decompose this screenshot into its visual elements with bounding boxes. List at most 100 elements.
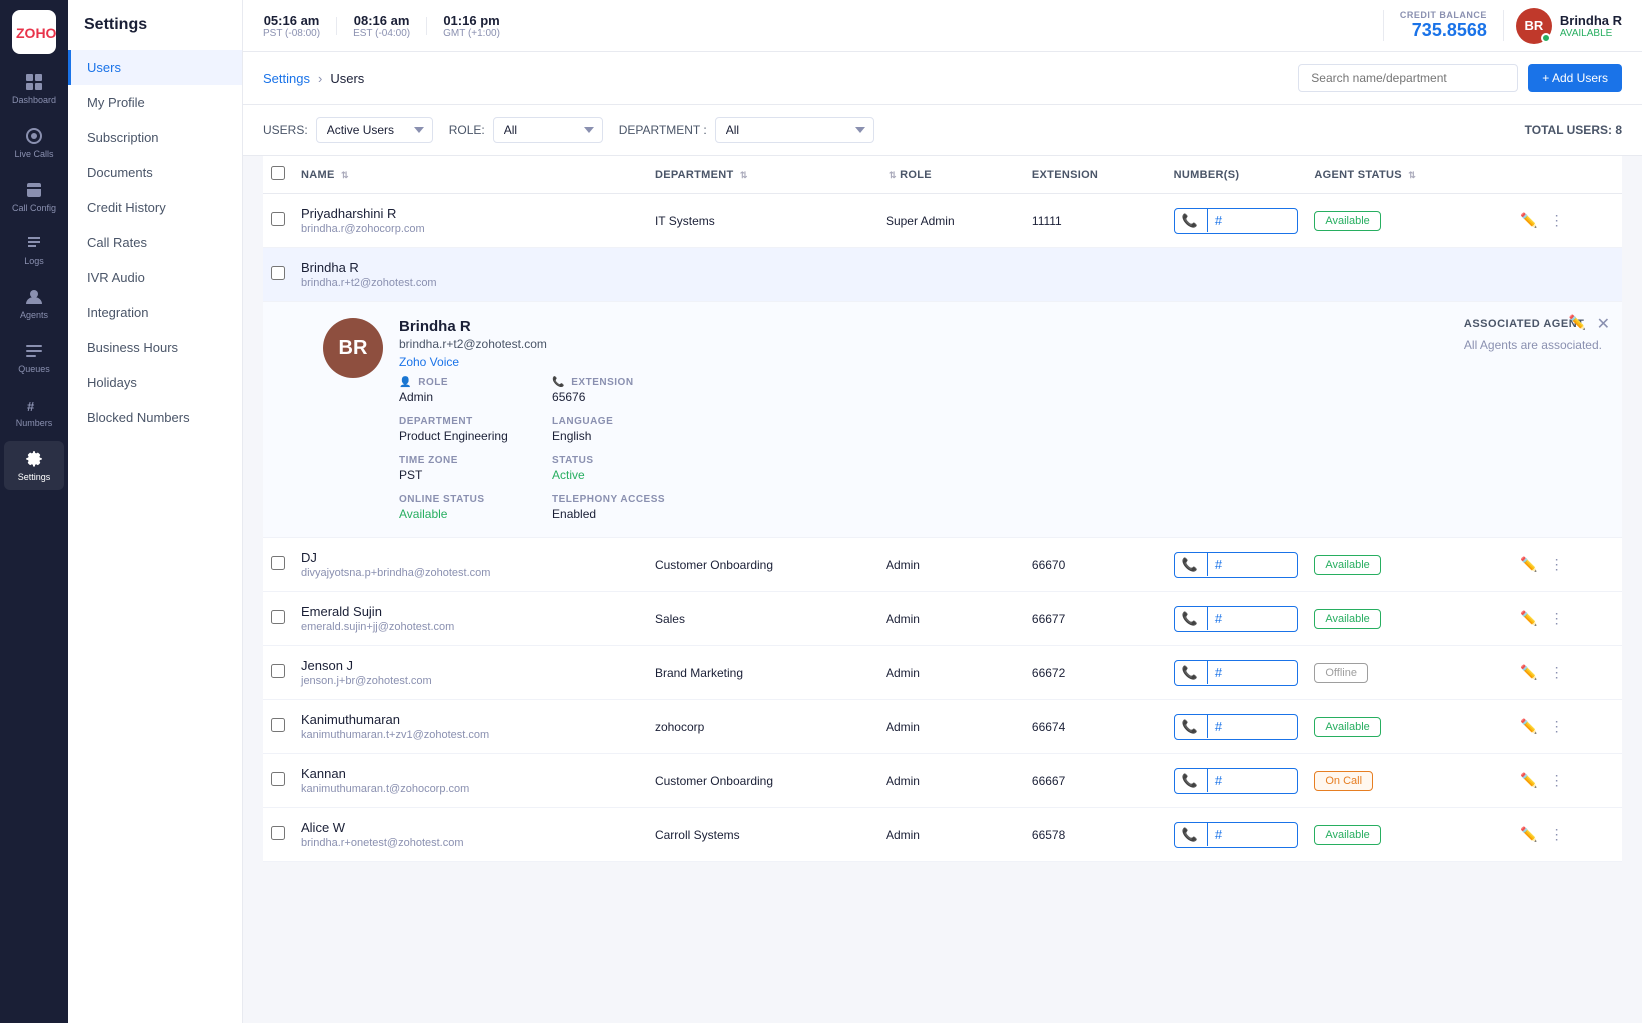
hash-button[interactable]: # [1207,661,1229,684]
agent-status-col-header[interactable]: AGENT STATUS ⇅ [1306,156,1509,194]
sidebar-item-queues[interactable]: Queues [4,333,64,383]
edit-icon[interactable]: ✏️ [1517,661,1540,684]
clock-pst: 05:16 am PST (-08:00) [263,13,320,39]
sidebar-item-credit-history[interactable]: Credit History [68,190,242,225]
row-checkbox[interactable] [271,266,285,280]
edit-icon[interactable]: ✏️ [1517,607,1540,630]
breadcrumb-settings-link[interactable]: Settings [263,71,310,86]
more-icon[interactable]: ⋮ [1547,715,1567,738]
table-row: Priyadharshini R brindha.r@zohocorp.com … [263,194,1622,248]
table-row: Kannan kanimuthumaran.t@zohocorp.com Cus… [263,754,1622,808]
row-checkbox[interactable] [271,212,285,226]
sidebar-item-settings[interactable]: Settings [4,441,64,491]
sidebar-item-blocked-numbers[interactable]: Blocked Numbers [68,400,242,435]
sidebar-item-holidays[interactable]: Holidays [68,365,242,400]
add-users-button[interactable]: + Add Users [1528,64,1622,92]
sidebar-item-call-config[interactable]: Call Config [4,172,64,222]
app-logo[interactable]: ZOHO [12,10,56,54]
sidebar-item-logs[interactable]: Logs [4,225,64,275]
sidebar-item-integration[interactable]: Integration [68,295,242,330]
row-checkbox[interactable] [271,718,285,732]
call-button[interactable]: 📞 [1175,553,1205,577]
call-button[interactable]: 📞 [1175,823,1205,847]
user-profile-section[interactable]: BR Brindha R AVAILABLE [1516,8,1622,44]
number-buttons: 📞 # [1174,660,1299,686]
sidebar-item-numbers[interactable]: # Numbers [4,387,64,437]
credit-balance-section: CREDIT BALANCE 735.8568 [1383,10,1504,41]
main-content: 05:16 am PST (-08:00) 08:16 am EST (-04:… [243,0,1642,1023]
name-col-header[interactable]: NAME ⇅ [293,156,647,194]
hash-button[interactable]: # [1207,607,1229,630]
more-icon[interactable]: ⋮ [1547,661,1567,684]
department-detail-value: Product Engineering [399,429,512,443]
name-cell: Jenson J jenson.j+br@zohotest.com [293,646,647,700]
user-email: brindha.r+onetest@zohotest.com [301,837,639,849]
agents-icon [24,287,44,307]
role-col-header[interactable]: ⇅ ROLE [878,156,1024,194]
department-col-header[interactable]: DEPARTMENT ⇅ [647,156,878,194]
sidebar-item-documents[interactable]: Documents [68,155,242,190]
close-expanded-icon[interactable]: ✕ [1597,314,1610,334]
pst-zone: PST (-08:00) [263,28,320,39]
number-buttons: 📞 # [1174,768,1299,794]
hash-button[interactable]: # [1207,823,1229,846]
hash-button[interactable]: # [1207,769,1229,792]
more-icon[interactable]: ⋮ [1547,553,1567,576]
row-actions: ✏️ ⋮ [1517,209,1614,232]
search-input[interactable] [1298,64,1518,92]
gmt-time: 01:16 pm [443,13,500,28]
edit-icon[interactable]: ✏️ [1517,769,1540,792]
row-checkbox[interactable] [271,610,285,624]
row-checkbox[interactable] [271,556,285,570]
hash-button[interactable]: # [1207,715,1229,738]
row-actions-cell: ✏️ ⋮ [1509,808,1622,862]
department-filter-select[interactable]: All IT Systems Customer Onboarding [715,117,874,143]
table-row: DJ divyajyotsna.p+brindha@zohotest.com C… [263,538,1622,592]
more-icon[interactable]: ⋮ [1547,823,1567,846]
row-checkbox[interactable] [271,664,285,678]
call-button[interactable]: 📞 [1175,209,1205,233]
edit-icon[interactable]: ✏️ [1517,209,1540,232]
more-icon[interactable]: ⋮ [1547,209,1567,232]
clock-divider-2 [426,17,427,35]
more-icon[interactable]: ⋮ [1547,769,1567,792]
edit-icon[interactable]: ✏️ [1517,553,1540,576]
agent-status-cell: Available [1306,538,1509,592]
clock-divider-1 [336,17,337,35]
hash-button[interactable]: # [1207,209,1229,232]
total-users-count: TOTAL USERS: 8 [1525,123,1622,137]
row-checkbox-cell [263,700,293,754]
online-status-detail-value: Available [399,507,512,521]
sidebar-item-dashboard[interactable]: Dashboard [4,64,64,114]
sidebar-item-live-calls[interactable]: Live Calls [4,118,64,168]
expanded-user-product-link[interactable]: Zoho Voice [399,355,665,369]
live-calls-nav-label: Live Calls [14,149,53,160]
sidebar-item-my-profile[interactable]: My Profile [68,85,242,120]
row-checkbox[interactable] [271,772,285,786]
hash-button[interactable]: # [1207,553,1229,576]
call-button[interactable]: 📞 [1175,715,1205,739]
department-filter-label: DEPARTMENT : [619,123,707,137]
edit-expanded-icon[interactable]: ✏️ [1569,314,1586,331]
row-checkbox[interactable] [271,826,285,840]
sidebar-item-call-rates[interactable]: Call Rates [68,225,242,260]
select-all-checkbox[interactable] [271,166,285,180]
call-button[interactable]: 📞 [1175,661,1205,685]
role-filter-select[interactable]: All Super Admin Admin [493,117,603,143]
sidebar-item-users[interactable]: Users [68,50,242,85]
call-button[interactable]: 📞 [1175,769,1205,793]
extension-detail-value: 65676 [552,390,665,404]
edit-icon[interactable]: ✏️ [1517,715,1540,738]
sidebar-item-agents[interactable]: Agents [4,279,64,329]
more-icon[interactable]: ⋮ [1547,607,1567,630]
role-cell: Admin [878,646,1024,700]
svg-text:ZOHO: ZOHO [16,25,56,41]
sidebar-item-business-hours[interactable]: Business Hours [68,330,242,365]
edit-icon[interactable]: ✏️ [1517,823,1540,846]
call-button[interactable]: 📞 [1175,607,1205,631]
sidebar-item-subscription[interactable]: Subscription [68,120,242,155]
sidebar-item-ivr-audio[interactable]: IVR Audio [68,260,242,295]
role-cell: Super Admin [878,194,1024,248]
users-filter-select[interactable]: Active Users All Users Inactive Users [316,117,433,143]
numbers-cell: 📞 # [1166,538,1307,592]
